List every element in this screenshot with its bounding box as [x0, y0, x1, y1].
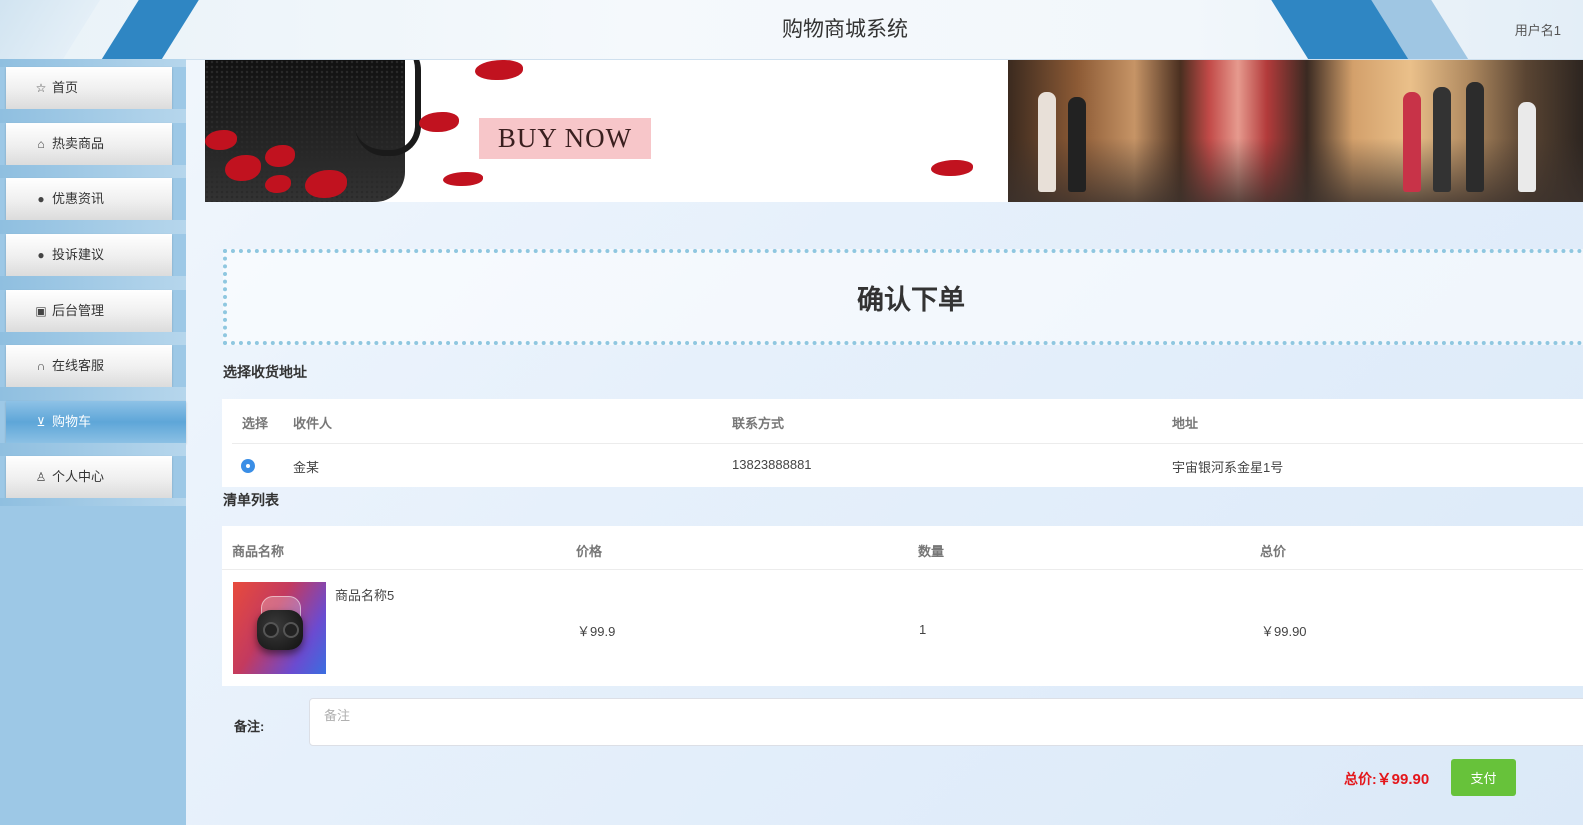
column-header: 收件人 [293, 416, 333, 431]
column-header: 选择 [242, 416, 269, 431]
recipient-phone: 13823888881 [732, 457, 812, 472]
star-icon: ☆ [35, 81, 47, 95]
username-link[interactable]: 用户名1 [1515, 0, 1561, 59]
address-radio[interactable] [242, 460, 254, 472]
column-header: 总价 [1260, 544, 1287, 559]
info-circle-icon: ● [37, 192, 45, 206]
sidebar-item-cart[interactable]: ⊻ 购物车 [6, 401, 186, 443]
shopper-figure [1518, 102, 1536, 192]
sidebar-item-label: 在线客服 [52, 358, 105, 373]
confirm-order-header: 确认下单 [223, 249, 1583, 345]
shopper-figure [1038, 92, 1056, 192]
rose-petal [931, 160, 973, 176]
sidebar-divider [0, 498, 186, 506]
user-icon: ♙ [35, 470, 47, 484]
product-name: 商品名称5 [335, 588, 395, 603]
rose-petal [443, 172, 483, 186]
sidebar-divider [0, 443, 186, 456]
shopping-street-image [1008, 60, 1583, 202]
pay-button[interactable]: 支付 [1451, 759, 1516, 796]
sidebar-item-feedback[interactable]: ● 投诉建议 [6, 234, 172, 276]
sidebar-divider [0, 109, 186, 123]
question-circle-icon: ● [37, 248, 45, 262]
sidebar-item-admin[interactable]: ▣ 后台管理 [6, 290, 172, 332]
rose-petal [419, 112, 459, 132]
product-thumbnail[interactable] [233, 582, 326, 674]
sidebar-divider [0, 276, 186, 290]
gift-icon: ▣ [35, 304, 47, 318]
headset-icon: ∩ [36, 359, 46, 373]
address-table: 选择 收件人 联系方式 地址 金某 13823888881 宇宙银河系金星1号 [222, 399, 1583, 487]
total-label: 总价: [1344, 771, 1377, 787]
sidebar-item-hot-products[interactable]: ⌂ 热卖商品 [6, 123, 172, 165]
remark-label: 备注: [234, 719, 265, 734]
column-header: 地址 [1172, 416, 1199, 431]
rose-petal [475, 60, 523, 80]
sidebar-item-promotions[interactable]: ● 优惠资讯 [6, 178, 172, 220]
shopper-figure [1068, 97, 1086, 192]
product-price: ￥99.9 [577, 624, 616, 639]
row-divider [232, 443, 1583, 444]
column-header: 商品名称 [232, 544, 285, 559]
earbud [283, 622, 299, 638]
handbag-strap [355, 60, 421, 156]
sidebar-item-label: 热卖商品 [52, 136, 105, 151]
page-title: 确认下单 [857, 285, 965, 315]
product-quantity: 1 [919, 622, 927, 637]
order-table: 商品名称 价格 数量 总价 商品名称5 ￥99.9 1 ￥99.90 [222, 526, 1583, 686]
banner-left-panel: BUY NOW [205, 60, 1008, 202]
sidebar-item-label: 购物车 [52, 414, 92, 429]
sidebar-divider [0, 220, 186, 234]
column-header: 数量 [918, 544, 945, 559]
sidebar-item-customer-service[interactable]: ∩ 在线客服 [6, 345, 172, 387]
sidebar-divider [0, 332, 186, 345]
buy-now-label: BUY NOW [479, 118, 651, 159]
row-divider [222, 569, 1583, 570]
sidebar-item-profile[interactable]: ♙ 个人中心 [6, 456, 172, 498]
column-header: 价格 [576, 544, 603, 559]
app-title: 购物商城系统 [782, 18, 908, 41]
sidebar-item-label: 后台管理 [52, 303, 105, 318]
shopping-bag-icon: ⌂ [37, 137, 45, 151]
sidebar-divider [0, 59, 186, 67]
product-subtotal: ￥99.90 [1261, 624, 1307, 639]
sidebar-divider [0, 165, 186, 178]
address-section-title: 选择收货地址 [223, 364, 307, 380]
sidebar-divider [0, 387, 186, 401]
order-section-title: 清单列表 [223, 492, 279, 508]
remark-textarea[interactable] [309, 698, 1583, 746]
sidebar-item-home[interactable]: ☆ 首页 [6, 67, 172, 109]
top-header: 购物商城系统 用户名1 [0, 0, 1583, 60]
total-amount: ￥99.90 [1376, 771, 1430, 788]
sidebar-item-label: 首页 [52, 80, 79, 95]
recipient-name: 金某 [293, 460, 320, 475]
sidebar-item-label: 投诉建议 [52, 247, 105, 262]
order-total: 总价:￥99.90 [1344, 768, 1429, 789]
column-header: 联系方式 [732, 416, 785, 431]
shopper-figure [1403, 92, 1421, 192]
shopper-figure [1433, 87, 1451, 192]
recipient-address: 宇宙银河系金星1号 [1172, 460, 1284, 475]
shopper-figure [1466, 82, 1484, 192]
cart-icon: ⊻ [36, 415, 46, 429]
earbud [263, 622, 279, 638]
sidebar-item-label: 个人中心 [52, 469, 105, 484]
sidebar-item-label: 优惠资讯 [52, 191, 105, 206]
promo-banner[interactable]: BUY NOW [205, 60, 1583, 202]
